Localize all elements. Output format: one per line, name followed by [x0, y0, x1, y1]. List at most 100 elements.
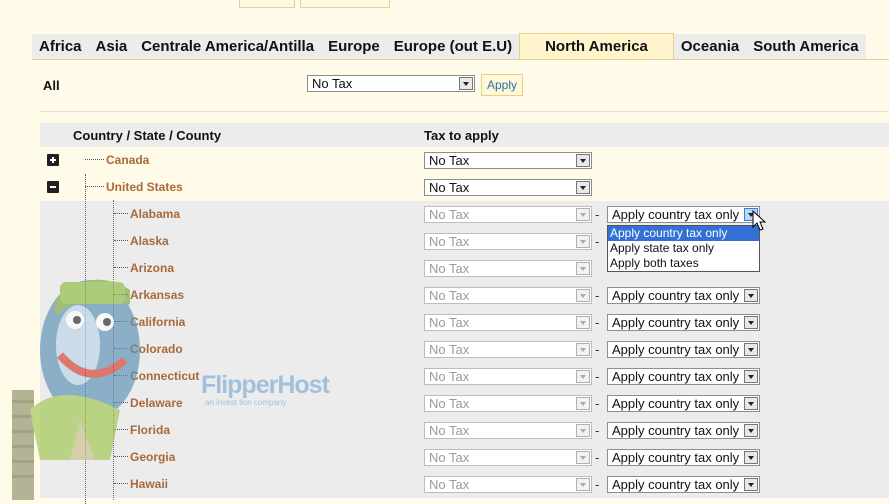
apply-button[interactable]: Apply	[481, 74, 523, 96]
separator-dash: -	[595, 234, 600, 249]
tab-europe-out-eu[interactable]: Europe (out E.U)	[387, 34, 519, 59]
dropdown-option-both[interactable]: Apply both taxes	[608, 256, 759, 271]
top-button-stub-1	[239, 0, 295, 8]
top-button-stub-2	[300, 0, 390, 8]
state-name[interactable]: California	[130, 315, 185, 329]
separator-dash: -	[595, 342, 600, 357]
chevron-down-icon	[744, 424, 758, 437]
canada-tax-value: No Tax	[429, 153, 470, 168]
country-name[interactable]: United States	[106, 180, 183, 194]
mode-select-value: Apply country tax only	[612, 396, 740, 411]
chevron-down-icon	[744, 370, 758, 383]
country-name[interactable]: Canada	[106, 153, 149, 167]
mode-select-value: Apply country tax only	[612, 342, 740, 357]
state-tax-select[interactable]: No Tax	[424, 260, 592, 277]
tab-africa[interactable]: Africa	[32, 34, 89, 59]
chevron-down-icon	[744, 316, 758, 329]
chevron-down-icon	[576, 424, 590, 437]
tab-oceania[interactable]: Oceania	[674, 34, 746, 59]
separator-dash: -	[595, 369, 600, 384]
state-mode-select[interactable]: Apply country tax only	[607, 395, 760, 412]
mode-dropdown-list: Apply country tax only Apply state tax o…	[607, 225, 760, 272]
state-tax-value: No Tax	[429, 396, 470, 411]
state-tax-value: No Tax	[429, 450, 470, 465]
state-tax-value: No Tax	[429, 288, 470, 303]
divider	[40, 111, 889, 112]
us-tax-select[interactable]: No Tax	[424, 179, 592, 196]
state-mode-select[interactable]: Apply country tax only	[607, 449, 760, 466]
chevron-down-icon	[576, 154, 590, 167]
mode-select-value: Apply country tax only	[612, 315, 740, 330]
tree-branch	[114, 456, 128, 457]
mouse-cursor-icon	[752, 210, 766, 231]
state-name[interactable]: Georgia	[130, 450, 175, 464]
collapse-minus-icon[interactable]	[47, 181, 59, 193]
state-tax-select[interactable]: No Tax	[424, 476, 592, 493]
tree-line	[113, 200, 114, 500]
state-tax-value: No Tax	[429, 477, 470, 492]
brand-watermark: FlipperHost	[201, 371, 330, 399]
tab-north-america[interactable]: North America	[519, 33, 674, 60]
state-mode-select[interactable]: Apply country tax only	[607, 422, 760, 439]
all-tax-select[interactable]: No Tax	[307, 75, 475, 92]
mode-select-value: Apply country tax only	[612, 477, 740, 492]
table-header: Country / State / County Tax to apply	[40, 123, 889, 147]
chevron-down-icon	[576, 316, 590, 329]
state-tax-select[interactable]: No Tax	[424, 422, 592, 439]
state-tax-select[interactable]: No Tax	[424, 314, 592, 331]
state-name[interactable]: Colorado	[130, 342, 183, 356]
chevron-down-icon	[459, 77, 473, 90]
tab-asia[interactable]: Asia	[89, 34, 135, 59]
state-mode-select[interactable]: Apply country tax only	[607, 368, 760, 385]
state-mode-select[interactable]: Apply country tax only	[607, 314, 760, 331]
separator-dash: -	[595, 315, 600, 330]
state-tax-select[interactable]: No Tax	[424, 287, 592, 304]
state-tax-select[interactable]: No Tax	[424, 341, 592, 358]
tree-branch	[114, 294, 128, 295]
state-tax-select[interactable]: No Tax	[424, 368, 592, 385]
expand-plus-icon[interactable]	[47, 154, 59, 166]
state-name[interactable]: Arkansas	[130, 288, 184, 302]
chevron-down-icon	[576, 478, 590, 491]
tree-branch	[114, 213, 128, 214]
tree-branch	[114, 321, 128, 322]
state-tax-value: No Tax	[429, 261, 470, 276]
dropdown-option-state[interactable]: Apply state tax only	[608, 241, 759, 256]
chevron-down-icon	[744, 343, 758, 356]
mode-select-value: Apply country tax only	[612, 423, 740, 438]
region-tabs: Africa Asia Centrale America/Antilla Eur…	[32, 33, 866, 60]
tab-europe[interactable]: Europe	[321, 34, 387, 59]
tab-south-america[interactable]: South America	[746, 34, 865, 59]
state-name[interactable]: Connecticut	[130, 369, 199, 383]
us-tax-value: No Tax	[429, 180, 470, 195]
canada-tax-select[interactable]: No Tax	[424, 152, 592, 169]
tree-branch	[114, 483, 128, 484]
state-name[interactable]: Hawaii	[130, 477, 168, 491]
dropdown-option-country[interactable]: Apply country tax only	[608, 226, 759, 241]
state-tax-select[interactable]: No Tax	[424, 395, 592, 412]
chevron-down-icon	[576, 343, 590, 356]
state-tax-value: No Tax	[429, 423, 470, 438]
chevron-down-icon	[576, 397, 590, 410]
tab-centrale-america[interactable]: Centrale America/Antilla	[134, 34, 321, 59]
mode-select-value: Apply country tax only	[612, 288, 740, 303]
state-name[interactable]: Florida	[130, 423, 170, 437]
state-name[interactable]: Alaska	[130, 234, 169, 248]
brand-tagline: an invest lion company	[205, 398, 287, 407]
state-tax-select[interactable]: No Tax	[424, 449, 592, 466]
state-tax-select[interactable]: No Tax	[424, 233, 592, 250]
state-mode-select[interactable]: Apply country tax only	[607, 341, 760, 358]
all-label: All	[43, 78, 60, 93]
state-name[interactable]: Delaware	[130, 396, 183, 410]
tree-branch	[114, 429, 128, 430]
tree-branch	[85, 159, 104, 160]
state-name[interactable]: Arizona	[130, 261, 174, 275]
alabama-mode-select[interactable]: Apply country tax only	[607, 206, 760, 223]
state-name[interactable]: Alabama	[130, 207, 180, 221]
state-mode-select[interactable]: Apply country tax only	[607, 476, 760, 493]
state-tax-select[interactable]: No Tax	[424, 206, 592, 223]
all-tax-select-value: No Tax	[312, 76, 353, 91]
state-mode-select[interactable]: Apply country tax only	[607, 287, 760, 304]
chevron-down-icon	[576, 235, 590, 248]
separator-dash: -	[595, 477, 600, 492]
